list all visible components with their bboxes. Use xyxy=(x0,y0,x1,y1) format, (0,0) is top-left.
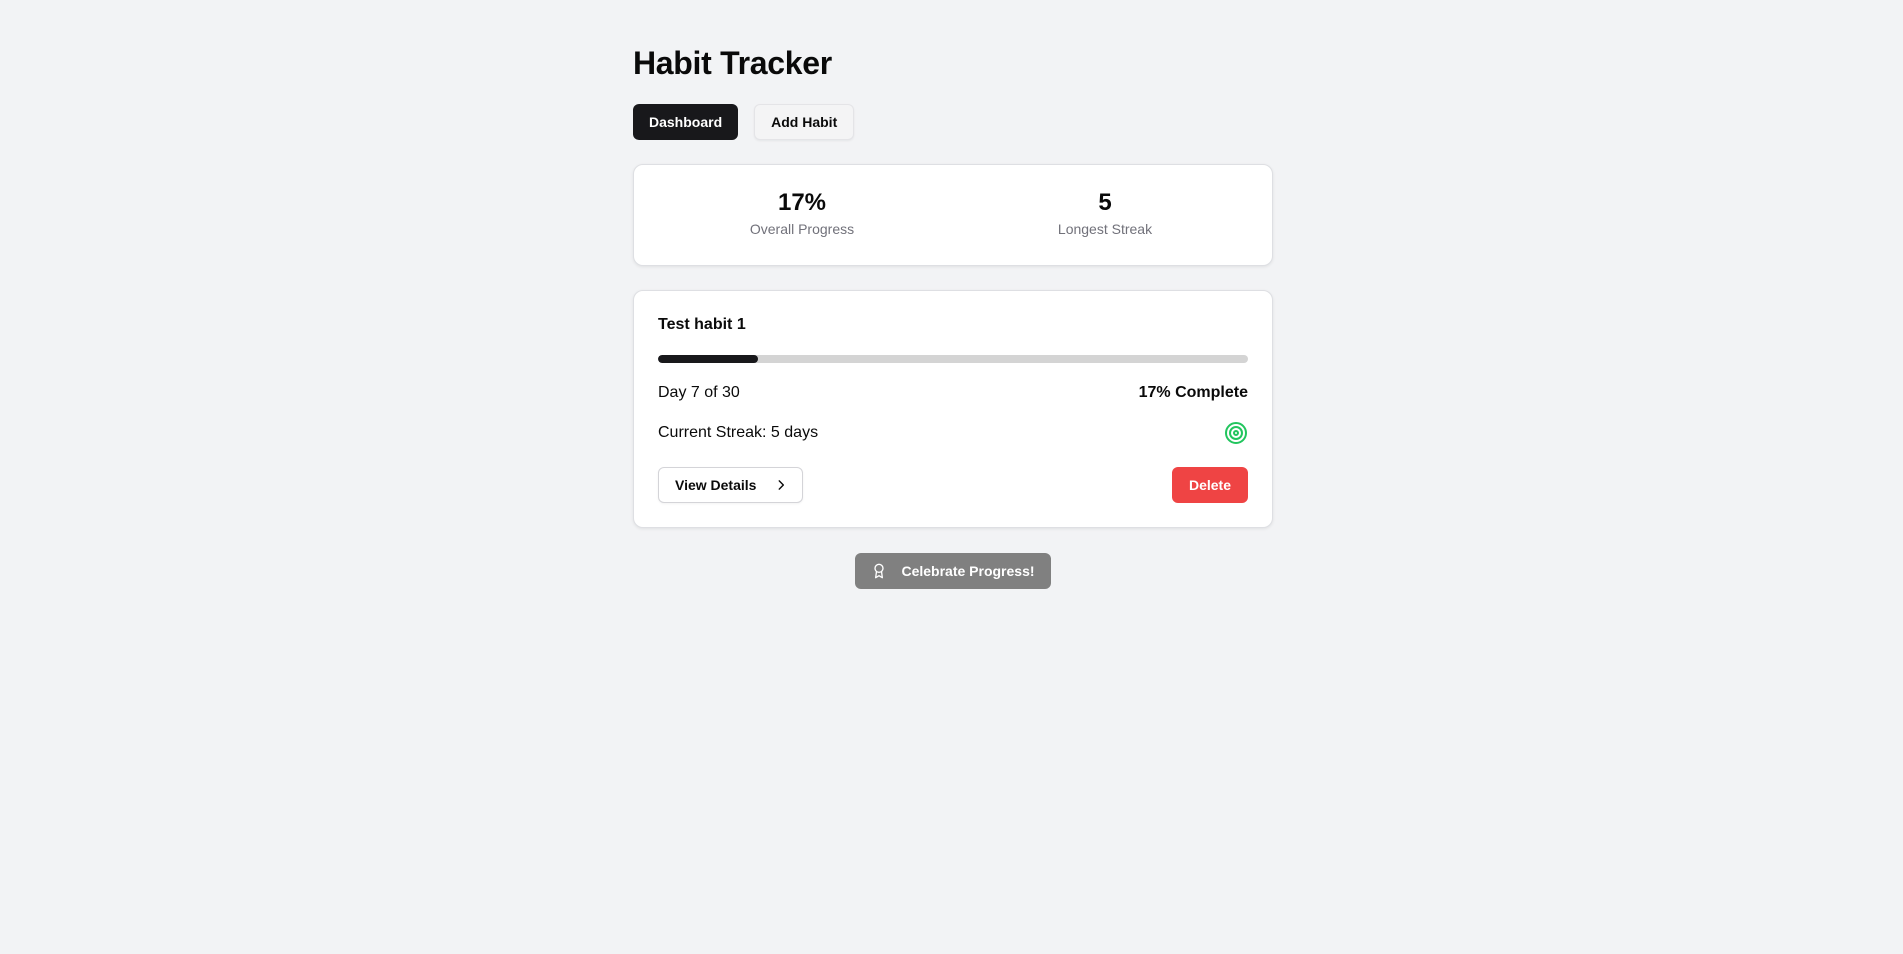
page-title: Habit Tracker xyxy=(633,45,832,81)
delete-button[interactable]: Delete xyxy=(1171,467,1248,503)
habit-day-text: Day 7 of 30 xyxy=(658,384,740,401)
habit-streak-text: Current Streak: 5 days xyxy=(658,424,819,441)
award-icon xyxy=(874,563,885,579)
habit-progress-row: Day 7 of 30 17% Complete xyxy=(658,381,1248,405)
view-details-button[interactable]: View Details xyxy=(658,467,804,503)
view-details-label: View Details xyxy=(675,477,757,493)
chevron-right-icon xyxy=(779,480,785,490)
habit-name: Test habit 1 xyxy=(658,316,746,333)
stat-longest-streak: 5 Longest Streak xyxy=(1005,189,1205,239)
habit-progress-bar xyxy=(658,355,1248,363)
habit-streak-row: Current Streak: 5 days xyxy=(658,421,1248,445)
habit-complete-text: 17% Complete xyxy=(1138,384,1248,401)
stats-card: 17% Overall Progress 5 Longest Streak xyxy=(633,164,1273,266)
celebrate-progress-button[interactable]: Celebrate Progress! xyxy=(855,553,1051,589)
habit-actions-row: View Details Delete xyxy=(658,467,1248,503)
stat-overall-progress: 17% Overall Progress xyxy=(702,189,902,239)
habit-progress-fill xyxy=(658,355,759,363)
overall-progress-value: 17% xyxy=(777,189,827,216)
longest-streak-value: 5 xyxy=(1098,189,1112,216)
nav-tabs: Dashboard Add Habit xyxy=(633,104,855,140)
overall-progress-label: Overall Progress xyxy=(749,221,855,237)
tab-add-habit[interactable]: Add Habit xyxy=(754,104,855,140)
celebrate-progress-label: Celebrate Progress! xyxy=(901,563,1035,579)
tab-dashboard[interactable]: Dashboard xyxy=(633,104,739,140)
longest-streak-label: Longest Streak xyxy=(1057,221,1153,237)
target-icon xyxy=(1225,422,1247,444)
habit-card: Test habit 1 Day 7 of 30 17% Complete Cu… xyxy=(633,290,1273,528)
